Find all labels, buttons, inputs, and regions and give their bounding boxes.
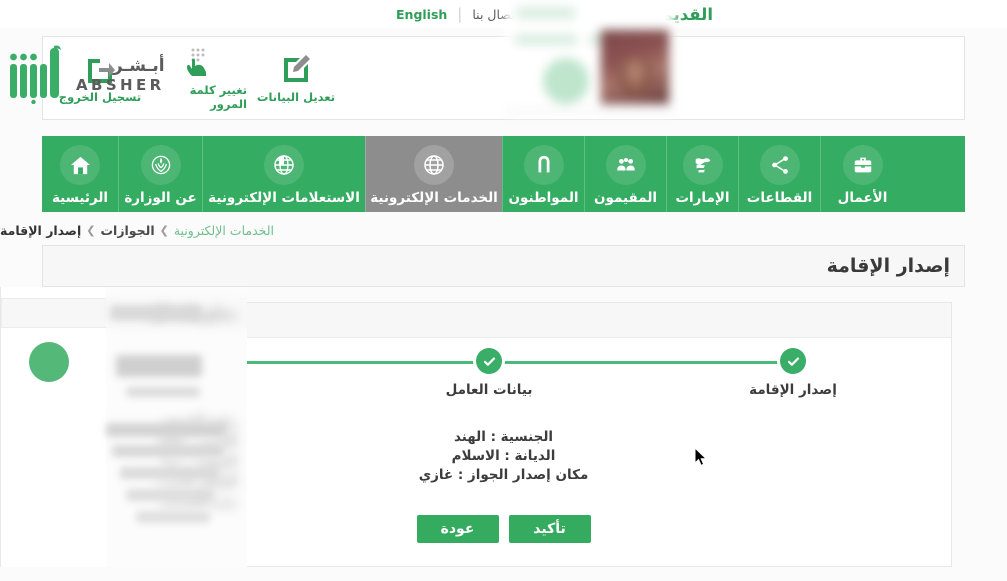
main-navigation: الأعمال القطاعات الإمارات المقيمون الموا… [42,136,965,212]
nav-item-about-ministry[interactable]: عن الوزارة [118,136,202,212]
nav-item-sectors[interactable]: القطاعات [738,136,820,212]
blurred-bottom-strip [505,106,675,116]
blurred-avatar-blob [543,58,589,104]
absher-logo[interactable]: أبـشـر ABSHER [6,42,165,108]
nav-item-emirates[interactable]: الإمارات [666,136,738,212]
nav-item-label: الخدمات الإلكترونية [370,190,498,206]
nav-item-business[interactable]: الأعمال [820,136,904,212]
stepper-step-worker-data: بيانات العامل [419,345,559,398]
blurred-text-line [515,34,577,45]
field-issue-duration: مدة الإصدار [160,494,237,510]
nav-item-home[interactable]: الرئيسية [42,136,118,212]
field-name: الاسم : ISA [158,434,237,450]
breadcrumb-item-current: إصدار الإقامة [0,222,82,238]
change-password-icon [184,45,212,79]
emirates-icon [682,145,723,185]
field-border-number: رقم الحدود [162,414,237,430]
globe-icon [414,145,454,185]
blurred-portrait-photo [601,30,669,104]
nav-item-label: المقيمون [594,190,658,206]
nav-item-eservices[interactable]: الخدمات الإلكترونية [365,136,502,212]
business-icon [842,145,883,185]
side-panel-fields: رقم الحدود الاسم : ISA المهنة : سا الحال… [1,412,247,512]
absher-logo-wordmark: أبـشـر ABSHER [76,55,165,94]
field-marital-status: الحالة الاجت [155,474,237,490]
blurred-text-line [517,7,575,19]
language-switch-link[interactable]: English [387,7,456,22]
breadcrumb-separator: ❯ [86,223,96,237]
stepper-step-label: بيانات العامل [445,382,533,398]
citizen-icon [523,145,564,185]
blurred-account-card [505,0,675,116]
nav-item-residents[interactable]: المقيمون [584,136,666,212]
edit-data-button[interactable]: تعديل البيانات [247,37,345,119]
nav-item-label: المواطنون [508,190,579,206]
page-title-bar: إصدار الإقامة [42,245,965,287]
stepper-step-issue-residency: إصدار الإقامة [723,345,863,398]
utility-separator-3: | [457,5,463,23]
breadcrumb: الخدمات الإلكترونية ❯ الجوازات ❯ إصدار ا… [0,219,1007,241]
nav-item-equeries[interactable]: الاستعلامات الإلكترونية [202,136,365,212]
utility-bar: القديمة | 4 محرم 1437 | الاتصال بنا | En… [0,0,1007,28]
side-panel-title: معلومات ال [150,304,237,322]
nav-item-label: الأعمال [837,190,888,206]
nav-item-label: الإمارات [675,190,730,206]
check-icon [780,348,806,374]
account-toolbar: تسجيل الخروج تغيير كلمة المرور تعديل الب… [42,36,965,120]
nav-item-label: عن الوزارة [124,190,197,206]
nav-item-label: القطاعات [746,190,813,206]
confirm-button[interactable]: تأكيد [508,515,591,543]
edit-data-icon [282,52,310,86]
globe-bookmark-icon [264,145,304,185]
check-icon [476,348,502,374]
worker-information-panel: معلومات ال رقم الحدود الاسم : ISA المهنة… [0,287,247,567]
residents-icon [605,145,646,185]
back-button[interactable]: عودة [416,515,499,543]
nav-item-label: الاستعلامات الإلكترونية [208,190,360,206]
ministry-emblem-icon [140,145,181,185]
page-title: إصدار الإقامة [826,255,950,277]
breadcrumb-separator: ❯ [159,223,169,237]
stepper-step-label: إصدار الإقامة [749,382,837,398]
absher-logo-arabic: أبـشـر [112,55,165,76]
side-panel-avatar [29,342,69,382]
edit-data-label: تعديل البيانات [256,90,336,104]
breadcrumb-item-passports[interactable]: الجوازات [100,223,154,238]
absher-logo-mark-icon [6,42,68,108]
sectors-icon [759,145,800,185]
breadcrumb-item-eservices[interactable]: الخدمات الإلكترونية [174,223,274,238]
nav-item-label: الرئيسية [51,190,109,206]
side-panel-header: معلومات ال [1,298,247,328]
nav-item-citizens[interactable]: المواطنون [502,136,584,212]
home-icon [60,145,100,185]
field-occupation: المهنة : سا [162,454,237,470]
page-root: القديمة | 4 محرم 1437 | الاتصال بنا | En… [0,0,1007,581]
absher-logo-english: ABSHER [76,75,165,94]
